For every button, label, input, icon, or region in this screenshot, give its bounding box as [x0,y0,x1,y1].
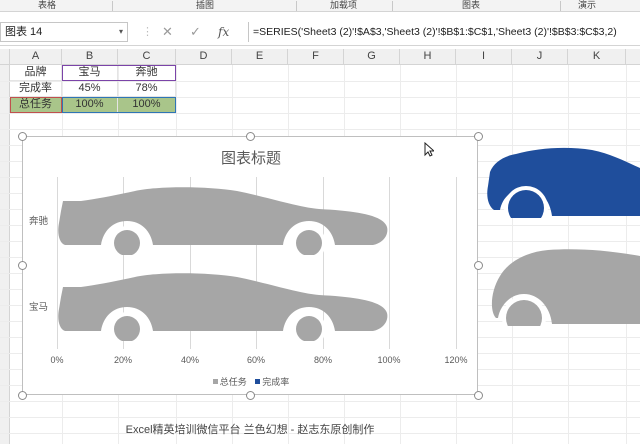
ribbon-group-addins[interactable]: 加载项 [330,0,357,11]
legend-item-total[interactable]: 总任务 [212,377,247,387]
ribbon-separator [392,1,393,11]
bar-benz-total[interactable] [57,187,390,255]
y-tick-label: 宝马 [29,302,49,313]
ribbon-group-illustrations[interactable]: 插图 [196,0,214,11]
chevron-down-icon[interactable]: ▾ [119,23,123,41]
ribbon-separator [560,1,561,11]
resize-handle-br[interactable] [474,391,483,400]
resize-handle-tr[interactable] [474,132,483,141]
chart-area[interactable]: 图表标题 奔驰 宝马 0% 20% 40% 60% 80% 100% 120% … [22,136,478,395]
category-range-highlight [62,65,176,81]
resize-handle-t[interactable] [246,132,255,141]
mouse-pointer-icon [424,142,434,157]
formula-input[interactable]: =SERIES('Sheet3 (2)'!$A$3,'Sheet3 (2)'!$… [248,22,640,42]
chart-legend[interactable]: 总任务 完成率 [23,375,479,388]
grid-line [0,401,640,402]
bar-bmw-total[interactable] [57,273,390,341]
cell-a1[interactable]: 品牌 [10,65,62,81]
chart-grid-line [456,177,457,349]
values-range-highlight [62,97,176,113]
legend-swatch-total [212,379,218,384]
chart-title[interactable]: 图表标题 [23,147,479,168]
row-header-strip[interactable] [0,65,10,444]
x-tick-label: 0% [50,355,64,365]
y-tick-label: 奔驰 [29,216,49,227]
legend-label: 完成率 [262,377,290,387]
name-box-value: 图表 14 [5,26,43,38]
resize-handle-r[interactable] [474,261,483,270]
select-all-corner[interactable] [0,49,10,65]
grid-line [0,113,640,114]
insert-function-icon[interactable]: fx [218,24,229,40]
legend-label: 总任务 [219,377,247,387]
grid-line [0,417,640,418]
column-header[interactable]: A [10,49,62,65]
car-shape-blue[interactable] [486,146,640,218]
column-header[interactable]: B [62,49,118,65]
x-tick-label: 20% [113,355,132,365]
column-header[interactable]: E [232,49,288,65]
column-header[interactable]: D [176,49,232,65]
ribbon-separator [112,1,113,11]
grid-line [0,129,640,130]
resize-handle-b[interactable] [246,391,255,400]
cell-a2[interactable]: 完成率 [10,81,62,97]
column-header[interactable]: J [512,49,568,65]
cell-b2[interactable]: 45% [62,81,118,97]
column-header[interactable] [626,49,640,65]
legend-item-done[interactable]: 完成率 [255,377,289,387]
resize-handle-l[interactable] [18,261,27,270]
name-box[interactable]: 图表 14 ▾ [0,22,128,42]
column-header[interactable]: C [118,49,176,65]
ribbon-group-bar: 表格 插图 加载项 图表 演示 [0,0,640,12]
ribbon-group-charts[interactable]: 图表 [462,0,480,11]
x-tick-label: 40% [180,355,199,365]
enter-icon[interactable]: ✓ [190,24,201,40]
column-header[interactable]: G [344,49,400,65]
x-tick-label: 120% [444,355,468,365]
column-header[interactable]: I [456,49,512,65]
resize-handle-bl[interactable] [18,391,27,400]
car-shape-grey[interactable] [486,248,640,326]
column-header[interactable]: H [400,49,456,65]
legend-swatch-done [255,379,261,384]
column-header[interactable]: K [568,49,626,65]
more-options-icon[interactable]: ⋮ [142,24,153,40]
x-tick-label: 80% [313,355,332,365]
column-header[interactable]: F [288,49,344,65]
ribbon-group-tours[interactable]: 演示 [578,0,596,11]
footer-caption: Excel精英培训微信平台 兰色幻想 - 赵志东原创制作 [125,424,375,436]
formula-bar: 图表 14 ▾ ⋮ ✕ ✓ fx =SERIES('Sheet3 (2)'!$A… [0,12,640,46]
resize-handle-tl[interactable] [18,132,27,141]
cell-c2[interactable]: 78% [118,81,176,97]
series-name-range-highlight [10,97,62,113]
x-tick-label: 60% [246,355,265,365]
x-tick-label: 100% [377,355,401,365]
ribbon-separator [296,1,297,11]
cancel-icon[interactable]: ✕ [162,24,173,40]
ribbon-group-tables[interactable]: 表格 [38,0,56,11]
